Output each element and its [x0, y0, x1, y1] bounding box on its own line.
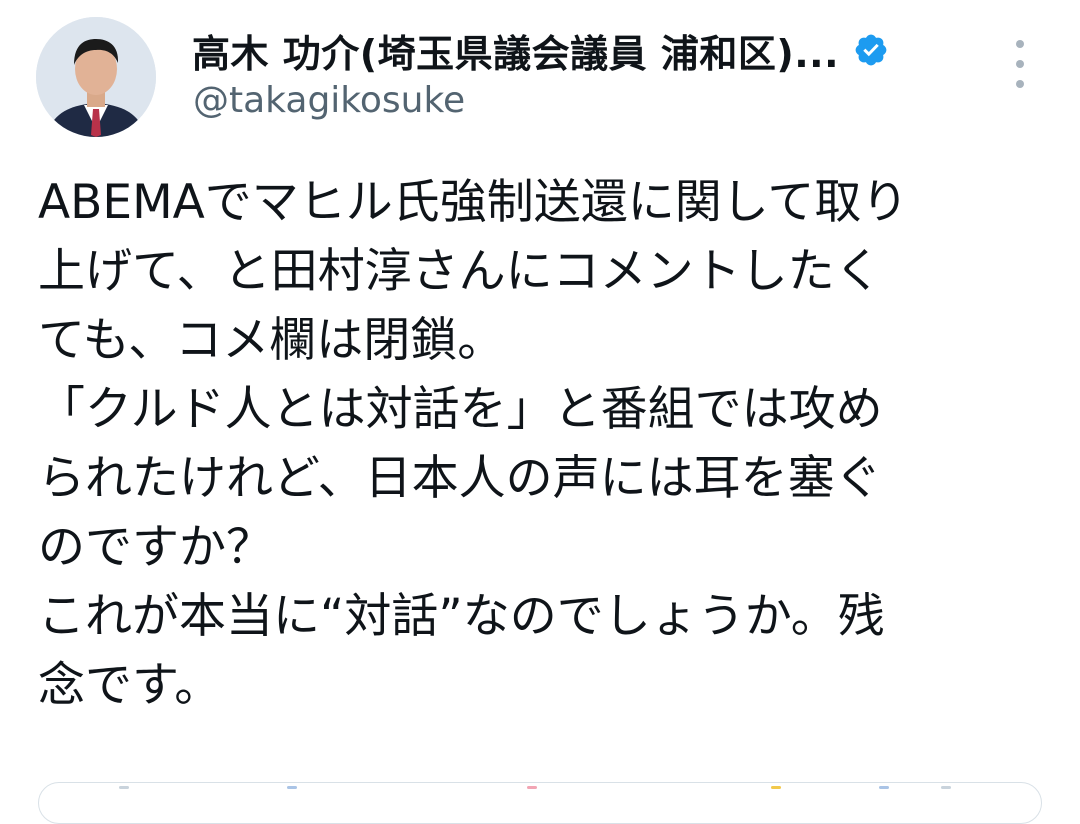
author-display-name[interactable]: 高木 功介(埼玉県議会議員 浦和区)... — [192, 23, 839, 78]
more-dot — [1016, 80, 1024, 88]
card-preview-fragment — [287, 786, 297, 789]
author-handle[interactable]: @takagikosuke — [193, 80, 465, 121]
tweet-text-line: 上げて、と田村淳さんにコメントしたく — [38, 244, 882, 299]
avatar-photo — [36, 17, 156, 137]
more-dot — [1016, 60, 1024, 68]
tweet-text: ABEMAでマヒル氏強制送還に関して取り 上げて、と田村淳さんにコメントしたく … — [38, 168, 1038, 720]
avatar[interactable] — [36, 17, 156, 137]
card-preview-fragment — [771, 786, 781, 789]
tweet-header: 高木 功介(埼玉県議会議員 浦和区)... @takagikosuke — [0, 0, 1080, 150]
verified-badge-icon — [853, 32, 889, 68]
author-name-line[interactable]: 高木 功介(埼玉県議会議員 浦和区)... — [192, 22, 889, 78]
tweet-text-line: 念です。 — [38, 658, 222, 713]
more-dot — [1016, 40, 1024, 48]
tweet-text-line: 「クルド人とは対話を」と番組では攻め — [38, 382, 883, 437]
more-options-icon[interactable] — [1006, 40, 1034, 88]
embedded-card-preview[interactable] — [38, 782, 1042, 824]
tweet-text-line: これが本当に“対話”なのでしょうか。残 — [38, 589, 885, 644]
card-preview-fragment — [879, 786, 889, 789]
card-preview-fragment — [941, 786, 951, 789]
tweet-text-line: のですか？ — [38, 520, 273, 575]
tweet-text-line: ても、コメ欄は閉鎖。 — [38, 313, 505, 368]
tweet-text-line: ABEMAでマヒル氏強制送還に関して取り — [38, 175, 909, 230]
tweet-text-line: られたけれど、日本人の声には耳を塞ぐ — [38, 451, 882, 506]
card-preview-fragment — [527, 786, 537, 789]
card-preview-fragment — [119, 786, 129, 789]
